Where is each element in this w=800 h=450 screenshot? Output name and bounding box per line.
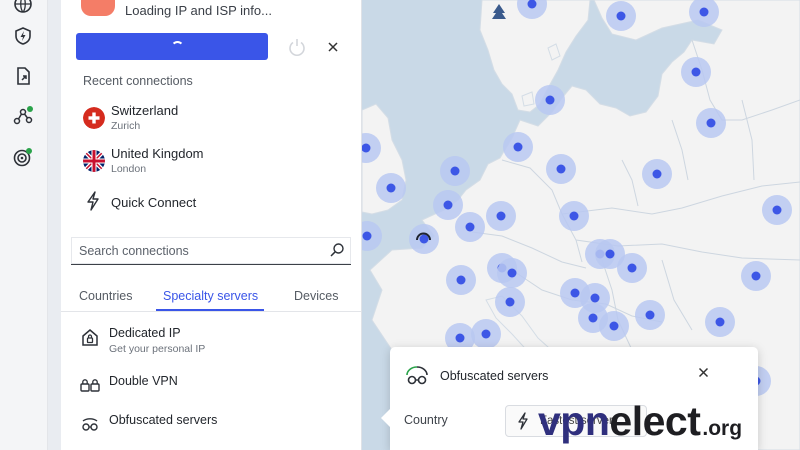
map-server-dot[interactable] bbox=[535, 85, 565, 115]
active-tab-indicator bbox=[156, 309, 264, 311]
map-server-dot[interactable] bbox=[455, 212, 485, 242]
close-icon bbox=[698, 367, 708, 378]
recent-item-city: London bbox=[111, 163, 147, 175]
map-server-dot[interactable] bbox=[696, 108, 726, 138]
recent-item-name: United Kingdom bbox=[111, 146, 204, 161]
map-server-dot[interactable] bbox=[546, 154, 576, 184]
connection-panel: Loading IP and ISP info... Recent connec… bbox=[61, 0, 362, 450]
map-server-dot[interactable] bbox=[446, 265, 476, 295]
power-button[interactable] bbox=[285, 35, 309, 59]
recent-item-name: Switzerland bbox=[111, 103, 179, 118]
connect-button[interactable] bbox=[76, 33, 268, 60]
map-server-dot[interactable] bbox=[635, 300, 665, 330]
map-server-dot[interactable] bbox=[681, 57, 711, 87]
search-box bbox=[71, 237, 351, 265]
specialty-item-name: Obfuscated servers bbox=[109, 413, 218, 427]
nav-rail bbox=[0, 0, 48, 450]
united-kingdom-flag-icon bbox=[83, 150, 105, 172]
map-server-dot[interactable] bbox=[495, 287, 525, 317]
quick-connect-label: Quick Connect bbox=[111, 195, 197, 210]
map-server-dot[interactable] bbox=[559, 201, 589, 231]
globe-icon[interactable] bbox=[11, 0, 35, 16]
map-server-dot[interactable] bbox=[617, 253, 647, 283]
specialty-item-double-vpn[interactable]: Double VPN bbox=[61, 367, 361, 403]
map-server-dot[interactable] bbox=[471, 319, 501, 349]
tab-countries[interactable]: Countries bbox=[79, 289, 133, 303]
country-label: Country bbox=[404, 413, 448, 427]
file-share-icon[interactable] bbox=[11, 64, 35, 88]
map-server-dot[interactable] bbox=[486, 201, 516, 231]
map-server-dot[interactable] bbox=[497, 258, 527, 288]
power-icon bbox=[289, 39, 305, 56]
threat-protection-icon[interactable] bbox=[11, 24, 35, 48]
map-server-dot[interactable] bbox=[440, 156, 470, 186]
rail-gap bbox=[48, 0, 61, 450]
obfuscated-servers-icon bbox=[403, 363, 431, 392]
tab-specialty-servers[interactable]: Specialty servers bbox=[163, 289, 258, 303]
popup-close-button[interactable] bbox=[694, 365, 712, 383]
recent-item-united-kingdom[interactable]: United Kingdom London bbox=[61, 141, 361, 181]
double-lock-icon bbox=[79, 374, 101, 396]
map-server-dot[interactable] bbox=[376, 173, 406, 203]
status-country-flag bbox=[81, 0, 115, 16]
specialty-item-name: Dedicated IP bbox=[109, 326, 181, 340]
specialty-item-obfuscated-servers[interactable]: Obfuscated servers bbox=[61, 406, 361, 442]
map-server-dot[interactable] bbox=[409, 224, 439, 254]
watermark-part-a: vpn bbox=[538, 398, 610, 444]
house-lock-icon bbox=[79, 326, 101, 348]
recent-item-city: Zurich bbox=[111, 120, 141, 132]
recent-item-switzerland[interactable]: Switzerland Zurich bbox=[61, 98, 361, 138]
watermark-part-b: elect bbox=[609, 398, 701, 444]
obfuscated-icon bbox=[79, 413, 101, 435]
dark-web-monitor-icon[interactable] bbox=[11, 145, 35, 169]
map-server-dot[interactable] bbox=[642, 159, 672, 189]
vpnelect-watermark: vpnelect .org bbox=[538, 398, 742, 446]
map-server-dot[interactable] bbox=[762, 195, 792, 225]
bolt-icon bbox=[516, 412, 530, 435]
map-server-dot[interactable] bbox=[362, 221, 382, 251]
tab-devices[interactable]: Devices bbox=[294, 289, 338, 303]
popup-arrow bbox=[381, 409, 390, 427]
recent-connections-title: Recent connections bbox=[83, 74, 193, 88]
specialty-item-name: Double VPN bbox=[109, 374, 178, 388]
specialty-item-sub: Get your personal IP bbox=[109, 343, 206, 355]
watermark-suffix: .org bbox=[702, 417, 743, 440]
server-map[interactable]: Obfuscated servers Country Fastest serve… bbox=[362, 0, 800, 450]
server-tabs: Countries Specialty servers Devices bbox=[61, 285, 361, 312]
status-text: Loading IP and ISP info... bbox=[125, 3, 272, 18]
map-server-dot[interactable] bbox=[606, 1, 636, 31]
map-server-dot[interactable] bbox=[599, 311, 629, 341]
quick-connect-item[interactable]: Quick Connect bbox=[61, 187, 361, 217]
map-server-dot[interactable] bbox=[503, 132, 533, 162]
bolt-icon bbox=[85, 191, 101, 216]
close-button[interactable] bbox=[323, 35, 343, 59]
map-server-dot[interactable] bbox=[705, 307, 735, 337]
loading-spinner-icon bbox=[171, 41, 184, 54]
switzerland-flag-icon bbox=[83, 107, 105, 129]
search-icon[interactable] bbox=[329, 242, 345, 263]
close-icon bbox=[328, 42, 338, 52]
watermark-main: vpnelect bbox=[538, 398, 701, 445]
specialty-item-dedicated-ip[interactable]: Dedicated IP Get your personal IP bbox=[61, 319, 361, 355]
map-server-dot[interactable] bbox=[741, 261, 771, 291]
search-input[interactable] bbox=[77, 241, 321, 261]
map-server-dot[interactable] bbox=[433, 190, 463, 220]
popup-title: Obfuscated servers bbox=[440, 369, 549, 383]
status-row: Loading IP and ISP info... bbox=[61, 0, 361, 26]
meshnet-icon[interactable] bbox=[11, 104, 35, 128]
